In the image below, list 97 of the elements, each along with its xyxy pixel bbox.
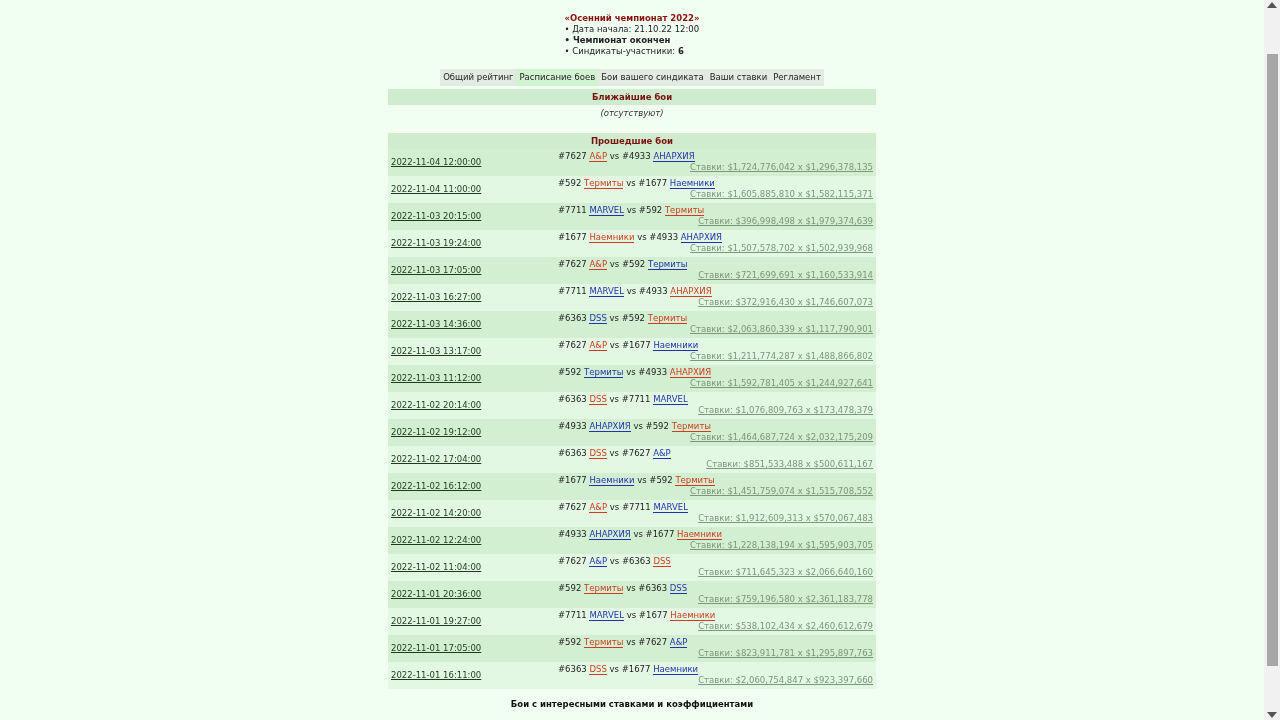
team-link[interactable]: АНАРХИЯ [653, 151, 695, 162]
team-link[interactable]: DSS [669, 583, 688, 594]
date-link[interactable]: 2022-11-01 17:05:00 [391, 643, 482, 654]
date-link[interactable]: 2022-11-02 16:12:00 [391, 481, 482, 492]
matchup-text: #7627 A&P vs #4933 АНАРХИЯ [558, 151, 695, 161]
tab[interactable]: Регламент [770, 69, 824, 86]
team-link[interactable]: Наемники [653, 340, 699, 351]
tab[interactable]: Бои вашего синдиката [598, 69, 707, 86]
team-link[interactable]: Термиты [664, 205, 705, 216]
team-link[interactable]: A&P [653, 448, 671, 459]
date-link[interactable]: 2022-11-02 14:20:00 [391, 508, 482, 519]
matchup-text: #6363 DSS vs #7711 MARVEL [558, 394, 688, 404]
team-link[interactable]: Наемники [669, 178, 715, 189]
date-link[interactable]: 2022-11-03 17:05:00 [391, 265, 482, 276]
matchup-text: #4933 АНАРХИЯ vs #1677 Наемники [558, 529, 722, 539]
matchup-text: #1677 Наемники vs #4933 АНАРХИЯ [558, 232, 722, 242]
championship-title: «Осенний чемпионат 2022» [564, 13, 700, 24]
info-text: • Чемпионат окончен [564, 35, 672, 46]
team-link[interactable]: АНАРХИЯ [680, 232, 722, 243]
date-link[interactable]: 2022-11-03 20:15:00 [391, 211, 482, 222]
date-link[interactable]: 2022-11-01 20:36:00 [391, 589, 482, 600]
team-link[interactable]: Термиты [584, 583, 624, 594]
scroll-thumb[interactable] [1266, 54, 1278, 666]
team-link[interactable]: DSS [589, 448, 607, 459]
team-link[interactable]: АНАРХИЯ [589, 421, 631, 432]
team-link[interactable]: Термиты [671, 421, 712, 432]
matchup-text: #7711 MARVEL vs #592 Термиты [558, 205, 705, 215]
info-text: • Синдикаты-участники: 6 [564, 46, 685, 57]
empty-text: (отсутствуют) [600, 108, 664, 118]
matchup-text: #6363 DSS vs #7627 A&P [558, 448, 671, 458]
team-link[interactable]: Наемники [589, 232, 635, 243]
matchup-text: #7711 MARVEL vs #4933 АНАРХИЯ [558, 286, 712, 296]
tab[interactable]: Ваши ставки [706, 69, 771, 86]
team-link[interactable]: A&P [589, 556, 608, 567]
team-link[interactable]: Термиты [675, 475, 715, 486]
matchup-text: #7711 MARVEL vs #1677 Наемники [558, 610, 716, 620]
team-link[interactable]: MARVEL [589, 205, 624, 216]
date-link[interactable]: 2022-11-01 19:27:00 [391, 616, 482, 627]
matchup-text: #1677 Наемники vs #592 Термиты [558, 475, 715, 485]
scroll-down-icon[interactable] [1267, 712, 1277, 718]
matchup-text: #592 Термиты vs #6363 DSS [558, 583, 688, 593]
tab[interactable]: Общий рейтинг [440, 69, 517, 86]
matchup-text: #592 Термиты vs #7627 A&P [558, 637, 688, 647]
date-link[interactable]: 2022-11-02 20:14:00 [391, 400, 482, 411]
date-link[interactable]: 2022-11-03 14:36:00 [391, 319, 482, 330]
team-link[interactable]: АНАРХИЯ [669, 367, 712, 378]
team-link[interactable]: MARVEL [653, 502, 688, 513]
matchup-text: #4933 АНАРХИЯ vs #592 Термиты [558, 421, 712, 431]
matchup-text: #6363 DSS vs #1677 Наемники [558, 664, 699, 674]
scroll-up-icon[interactable] [1267, 2, 1277, 8]
matchup-text: #7627 A&P vs #592 Термиты [558, 259, 688, 269]
team-link[interactable]: Термиты [584, 637, 624, 648]
date-link[interactable]: 2022-11-01 16:11:00 [391, 670, 482, 681]
tab[interactable]: Расписание боев [516, 69, 599, 86]
date-link[interactable]: 2022-11-04 12:00:00 [391, 157, 482, 168]
section-header: Прошедшие бои [388, 133, 876, 149]
team-link[interactable]: A&P [589, 259, 608, 270]
team-link[interactable]: Наемники [677, 529, 722, 540]
matchup-text: #7627 A&P vs #7711 MARVEL [558, 502, 688, 512]
team-link[interactable]: A&P [589, 151, 608, 162]
matchup-text: #592 Термиты vs #1677 Наемники [558, 178, 715, 188]
scrollbar[interactable] [1264, 0, 1280, 720]
team-link[interactable]: MARVEL [589, 610, 624, 621]
date-link[interactable]: 2022-11-03 16:27:00 [391, 292, 482, 303]
team-link[interactable]: DSS [589, 313, 607, 324]
team-link[interactable]: Наемники [670, 610, 716, 621]
date-link[interactable]: 2022-11-03 13:17:00 [391, 346, 482, 357]
team-link[interactable]: Термиты [584, 367, 624, 378]
date-link[interactable]: 2022-11-02 19:12:00 [391, 427, 482, 438]
matchup-text: #7627 A&P vs #1677 Наемники [558, 340, 699, 350]
team-link[interactable]: АНАРХИЯ [589, 529, 631, 540]
date-link[interactable]: 2022-11-02 12:24:00 [391, 535, 482, 546]
matchup-text: #592 Термиты vs #4933 АНАРХИЯ [558, 367, 712, 377]
date-link[interactable]: 2022-11-03 19:24:00 [391, 238, 482, 249]
team-link[interactable]: DSS [589, 394, 607, 405]
team-link[interactable]: A&P [589, 340, 608, 351]
team-link[interactable]: Термиты [647, 259, 688, 270]
team-link[interactable]: Наемники [653, 664, 699, 675]
team-link[interactable]: A&P [669, 637, 688, 648]
date-link[interactable]: 2022-11-03 11:12:00 [391, 373, 482, 384]
team-link[interactable]: Термиты [584, 178, 624, 189]
team-link[interactable]: DSS [589, 664, 607, 675]
team-link[interactable]: MARVEL [653, 394, 688, 405]
team-link[interactable]: Наемники [589, 475, 635, 486]
team-link[interactable]: DSS [653, 556, 671, 567]
matchup-text: #6363 DSS vs #592 Термиты [558, 313, 688, 323]
team-link[interactable]: MARVEL [589, 286, 624, 297]
date-link[interactable]: 2022-11-02 17:04:00 [391, 454, 482, 465]
team-link[interactable]: A&P [589, 502, 608, 513]
section-title: Бои с интересными ставками и коэффициентами [510, 699, 754, 709]
date-link[interactable]: 2022-11-02 11:04:00 [391, 562, 482, 573]
info-text: • Дата начала: 21.10.22 12:00 [564, 24, 700, 35]
section-header: Ближайшие бои [388, 89, 876, 105]
team-link[interactable]: Термиты [647, 313, 688, 324]
date-link[interactable]: 2022-11-04 11:00:00 [391, 184, 482, 195]
team-link[interactable]: АНАРХИЯ [670, 286, 712, 297]
matchup-text: #7627 A&P vs #6363 DSS [558, 556, 671, 566]
